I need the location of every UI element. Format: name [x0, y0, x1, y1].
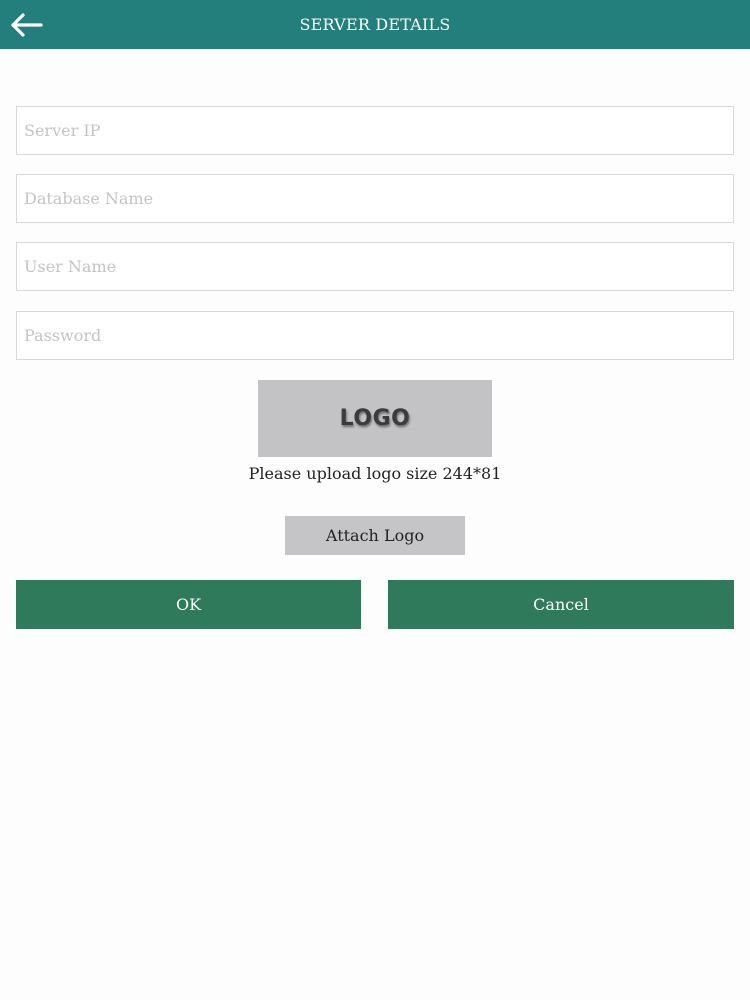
cancel-button[interactable]: Cancel	[388, 580, 734, 629]
logo-placeholder-text: LOGO	[339, 406, 411, 431]
password-input[interactable]	[16, 311, 734, 360]
logo-preview: LOGO	[258, 380, 492, 457]
logo-size-hint: Please upload logo size 244*81	[248, 464, 502, 483]
attach-logo-button[interactable]: Attach Logo	[285, 516, 465, 555]
top-app-bar: SERVER DETAILS	[0, 0, 750, 49]
database-name-input[interactable]	[16, 174, 734, 223]
attach-logo-label: Attach Logo	[325, 526, 425, 545]
server-ip-input[interactable]	[16, 106, 734, 155]
ok-button-label: OK	[175, 595, 202, 614]
cancel-button-label: Cancel	[533, 595, 589, 614]
user-name-input[interactable]	[16, 242, 734, 291]
ok-button[interactable]: OK	[16, 580, 361, 629]
page-title: SERVER DETAILS	[299, 15, 451, 34]
